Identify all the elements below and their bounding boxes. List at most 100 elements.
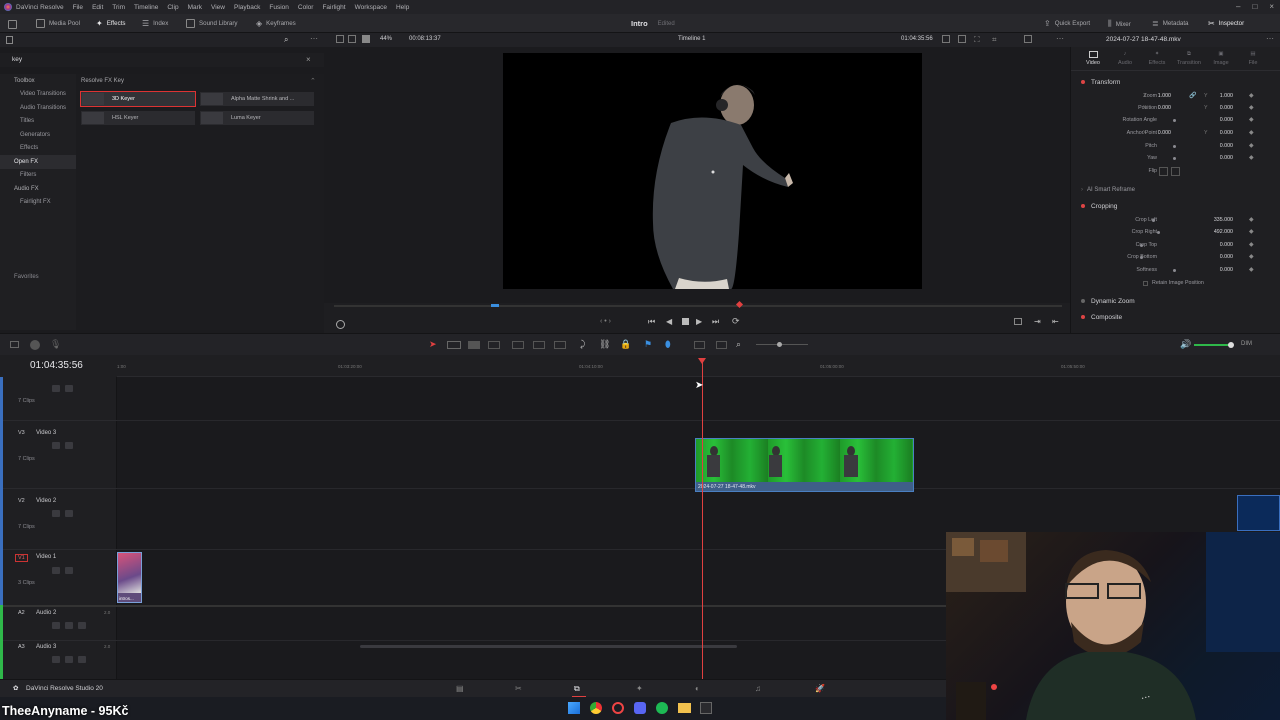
crop-left-field[interactable]: 335.000 [1205,217,1233,223]
flip-horizontal-icon[interactable] [1159,167,1168,176]
index-button[interactable]: ☰ Index [142,19,168,28]
mute-icon[interactable] [78,622,86,629]
keyframe-diamond-icon[interactable]: ◆ [1249,241,1254,248]
keyframe-diamond-icon[interactable]: ◆ [1249,92,1254,99]
menu-file[interactable]: File [73,4,83,11]
disabled-dot-icon[interactable] [1081,299,1085,303]
timeline-scrollbar[interactable] [360,645,737,648]
go-to-start-icon[interactable]: ⏮ [648,317,655,327]
overwrite-clip-icon[interactable] [533,341,545,349]
fx-tile-luma-keyer[interactable]: Luma Keyer [200,111,314,125]
dim-button[interactable]: DIM [1241,341,1252,347]
tab-file[interactable]: ▤ File [1237,51,1269,66]
tab-video[interactable]: Video [1077,51,1109,66]
tab-audio[interactable]: ♪ Audio [1109,51,1141,66]
audio-output-icon[interactable] [336,320,345,329]
more-options-icon[interactable]: ⋯ [310,34,318,43]
color-page-icon[interactable]: ◐ [695,684,700,693]
pitch-slider[interactable] [1173,145,1176,148]
tree-item-generators[interactable]: Generators [0,128,76,142]
spotify-icon[interactable] [656,702,668,714]
yaw-field[interactable]: 0.000 [1205,155,1233,161]
marker-icon[interactable]: ⬮ [665,339,671,350]
menu-mark[interactable]: Mark [188,4,202,11]
yaw-slider[interactable] [1173,157,1176,160]
prev-edit-icon[interactable]: ⇥ [1034,317,1041,326]
keyframe-diamond-icon[interactable]: ◆ [1249,253,1254,260]
rotation-field[interactable]: 0.000 [1205,117,1233,123]
enabled-dot-icon[interactable] [1081,315,1085,319]
loop-icon[interactable]: ⟳ [732,316,740,327]
tree-item-audio-transitions[interactable]: Audio Transitions [0,101,76,115]
zoom-custom-icon[interactable]: ⌕ [736,339,741,350]
match-frame-icon[interactable] [1014,318,1022,325]
enabled-dot-icon[interactable] [1081,204,1085,208]
crop-icon[interactable]: ⌗ [992,35,997,45]
menu-clip[interactable]: Clip [167,4,178,11]
chrome-icon[interactable] [590,702,602,714]
menu-playback[interactable]: Playback [234,4,260,11]
dual-viewer-icon[interactable] [1024,35,1032,43]
trim-tool-icon[interactable] [447,341,461,349]
mixer-button[interactable]: ⫼ Mixer [1108,19,1131,29]
viewer-size-icon[interactable] [362,35,370,43]
lock-track-icon[interactable] [52,567,60,574]
timeline-clip-green-screen[interactable]: 2024-07-27 18-47-48.mkv [695,438,914,492]
play-icon[interactable]: ▶ [696,317,702,326]
replace-clip-icon[interactable] [554,341,566,349]
keyframe-diamond-icon[interactable]: ◆ [1249,266,1254,273]
track-name[interactable]: Video 2 [36,498,56,504]
rotation-slider[interactable] [1173,119,1176,122]
viewer-mode-icon[interactable] [348,35,356,43]
position-x-field[interactable]: 0.000 [1143,105,1171,111]
menu-workspace[interactable]: Workspace [355,4,387,11]
close-icon[interactable]: × [1269,2,1274,11]
app-icon[interactable] [612,702,624,714]
lock-track-icon[interactable] [52,510,60,517]
viewer-scrub-bar[interactable] [334,300,1062,309]
timeline-zoom-knob[interactable] [777,342,782,347]
timeline-playhead[interactable] [702,362,703,679]
viewer-options-icon[interactable]: ⋯ [1056,34,1064,43]
solo-icon[interactable] [65,622,73,629]
speaker-icon[interactable]: 🔊 [1180,339,1191,350]
jog-icon[interactable]: ‹ • › [600,318,611,325]
sidebar-toggle-icon[interactable] [6,36,13,44]
play-reverse-icon[interactable]: ◀ [666,317,672,326]
crop-top-field[interactable]: 0.000 [1205,242,1233,248]
microphone-icon[interactable]: 🎙 [50,339,61,350]
menu-color[interactable]: Color [298,4,314,11]
zoom-full-icon[interactable] [694,341,705,349]
keyframe-diamond-icon[interactable]: ◆ [1249,142,1254,149]
cut-page-icon[interactable]: ✂ [515,684,522,693]
toggle-track-icon[interactable] [65,385,73,392]
media-page-icon[interactable]: ▤ [456,684,464,693]
linked-selection-icon[interactable]: ⛓ [599,339,610,350]
flip-vertical-icon[interactable] [1171,167,1180,176]
tree-item-video-transitions[interactable]: Video Transitions [0,88,76,102]
zoom-detail-icon[interactable] [716,341,727,349]
keyframe-diamond-icon[interactable]: ◆ [1249,228,1254,235]
maximize-icon[interactable]: □ [1252,2,1257,11]
softness-field[interactable]: 0.000 [1205,267,1233,273]
next-edit-icon[interactable]: ⇤ [1052,317,1059,326]
transform-section-header[interactable]: Transform [1071,76,1271,88]
viewer-layout-icon[interactable] [336,35,344,43]
inspector-button[interactable]: ✂ Inspector [1208,19,1244,28]
tab-image[interactable]: ▣ Image [1205,51,1237,66]
lock-track-icon[interactable] [52,385,60,392]
keyframe-diamond-icon[interactable]: ◆ [1249,216,1254,223]
track-name[interactable]: Video 3 [36,430,56,436]
search-icon[interactable]: ⌕ [284,35,288,45]
effects-button[interactable]: ✦ Effects [96,19,126,28]
track-name[interactable]: Audio 2 [36,610,56,616]
menu-edit[interactable]: Edit [92,4,103,11]
dynamic-zoom-header[interactable]: Dynamic Zoom [1071,295,1271,307]
menu-help[interactable]: Help [396,4,409,11]
tree-item-fairlight-fx[interactable]: Fairlight FX [0,196,76,210]
toggle-track-icon[interactable] [65,510,73,517]
file-explorer-icon[interactable] [678,703,691,713]
collapse-icon[interactable]: ⌃ [310,77,316,85]
lock-track-icon[interactable] [52,622,60,629]
retain-image-checkbox[interactable] [1143,281,1148,286]
